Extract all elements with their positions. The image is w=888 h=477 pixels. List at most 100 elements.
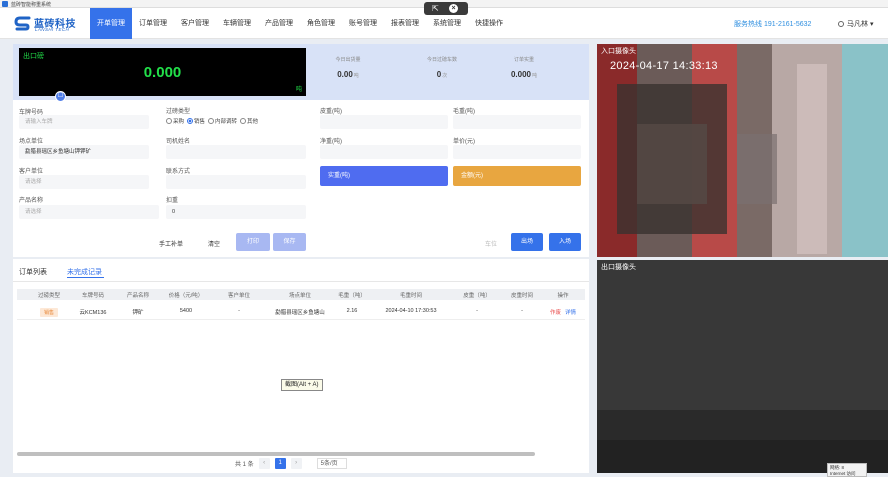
price-input[interactable] [453,145,581,159]
service-hotline: 服务热线 191-2161-5632 [734,21,812,28]
weight-header: 出口磅 0.000 吨 今日出货量 0.00吨 今日过磅车数 0次 订单实重 0… [13,44,589,100]
weight-display: 出口磅 0.000 吨 [19,48,306,96]
amount-button[interactable]: 金额(元) [453,166,581,186]
radio-label: 内部调转 [215,119,238,125]
nav-item[interactable]: 快捷操作 [468,8,510,39]
deduct-input[interactable]: 0 [166,205,306,219]
brand-logo-icon [14,16,31,31]
column-header: 过磅类型 [37,293,60,299]
nav-item[interactable]: 车辆管理 [216,8,258,39]
print-button[interactable]: 打印 [236,233,270,251]
brand-en: LANSHI TECH [35,27,70,32]
origin-input[interactable]: 勐腊县瑶区乡鱼塘山钾钾矿 [19,145,149,159]
radio-icon [166,118,172,124]
order-panel: 订单列表 未完成记录 过磅类型 车牌号码 产品名称 价格（元/吨） 客户单位 场点单位 毛重… [13,259,589,473]
detail-button[interactable]: 详情 [565,310,576,316]
user-icon [838,21,844,27]
cell-tare-time: - [521,308,523,314]
stat-unit: 吨 [353,73,359,79]
cell-gross-time: 2024-04-10 17:30:53 [385,308,437,314]
window-title: 蓝砖智能称重系统 [11,2,52,8]
radio-icon [187,118,194,124]
tab-incomplete-records[interactable]: 未完成记录 [67,267,102,277]
user-menu[interactable]: 马凡林 ▾ [838,19,873,29]
nav-item[interactable]: 开单管理 [90,8,132,39]
deduct-label: 扣重 [166,198,179,204]
tare-input[interactable] [320,115,448,129]
type-radio-option[interactable]: 内部调转 [208,117,237,125]
cell-origin: 勐腊县瑶区乡鱼塘山 [275,310,325,316]
save-button[interactable]: 保存 [273,233,306,251]
type-radio-option[interactable]: 采购 [166,117,184,125]
stat-label: 今日出货量 [335,57,361,63]
customer-select[interactable]: 请选择 [19,175,149,189]
cell-customer: - [238,308,240,314]
close-icon[interactable]: × [449,4,458,13]
plate-input[interactable]: 请输入车牌 [19,115,149,129]
type-radio-option[interactable]: 销售 [187,117,205,125]
product-label: 产品名称 [19,198,44,204]
page-number-button[interactable]: 1 [274,458,286,469]
stat-number: 0 [436,70,442,79]
void-button[interactable]: 作废 [550,310,561,316]
driver-input[interactable] [166,145,306,159]
table-header: 过磅类型 车牌号码 产品名称 价格（元/吨） 客户单位 场点单位 毛重（吨） 毛重时间 皮重（吨… [17,289,585,300]
entry-camera-title: 入口摄像头 [601,48,636,55]
column-header: 操作 [557,293,569,299]
stat-number: 0.000 [510,70,531,79]
type-radio-option[interactable]: 其他 [240,117,258,125]
screenshot-tooltip: 截图(Alt + A) [281,379,323,391]
nav-item[interactable]: 产品管理 [258,8,300,39]
radio-icon [240,118,247,124]
pin-icon[interactable]: ⇱ [432,4,439,13]
exit-button[interactable]: 出场 [511,233,543,251]
pagination: 共 1 条 ‹ 1 › 5条/页 [235,458,347,469]
entry-camera-image [597,44,888,257]
clear-button[interactable]: 清空 [208,239,220,248]
actual-weight-button[interactable]: 实重(吨) [320,166,448,186]
cell-gross: 2.16 [346,308,358,314]
column-header: 客户单位 [227,293,250,299]
nav-item[interactable]: 账号管理 [342,8,384,39]
column-header: 场点单位 [288,293,311,299]
network-status-line: Internet 访问 [830,471,856,476]
column-header: 皮重时间 [510,293,533,299]
nav-item[interactable]: 订单管理 [132,8,174,39]
next-page-button[interactable]: › [290,458,302,469]
net-input[interactable] [320,145,448,159]
table-row[interactable]: 销售 云KCM136 钾矿 5400 - 勐腊县瑶区乡鱼塘山 2.16 2024… [17,302,585,320]
horizontal-scrollbar[interactable] [17,452,535,456]
nav-item[interactable]: 客户管理 [174,8,216,39]
gross-input[interactable] [453,115,581,129]
contact-label: 联系方式 [166,169,191,175]
screenshot-toolbar[interactable]: ⇱ × [424,2,468,15]
stat-value: 0.00吨 [313,70,383,79]
entry-button[interactable]: 入场 [549,233,581,251]
scale-label: 出口磅 [23,53,44,60]
product-select[interactable]: 请选择 [19,205,159,219]
camera-toggle-icon[interactable]: ☐ [55,91,66,102]
nav-item[interactable]: 报表管理 [384,8,426,39]
stat-unit: 次 [442,73,448,79]
stat-number: 0.00 [337,70,353,79]
chevron-down-icon: ▾ [869,21,874,28]
slot-button[interactable]: 车位 [485,239,497,248]
page-size-select[interactable]: 5条/页 [316,458,347,469]
tab-order-list[interactable]: 订单列表 [19,267,47,277]
manual-entry-button[interactable]: 手工补单 [159,239,183,248]
exit-camera-feed: 出口摄像头 [597,260,888,473]
column-header: 皮重（吨） [463,293,491,299]
radio-label: 其他 [247,119,259,125]
column-header: 车牌号码 [81,293,104,299]
prev-page-button[interactable]: ‹ [258,458,270,469]
weighing-panel: 出口磅 0.000 吨 今日出货量 0.00吨 今日过磅车数 0次 订单实重 0… [13,44,589,257]
cell-type: 销售 [34,308,64,317]
gross-label: 毛重(吨) [453,109,475,115]
stat-label: 今日过磅车数 [426,57,457,63]
divider [13,281,589,282]
column-header: 价格（元/吨） [168,293,204,299]
driver-label: 司机姓名 [166,139,191,145]
nav-item[interactable]: 角色管理 [300,8,342,39]
stat-value: 0次 [407,70,477,79]
contact-input[interactable] [166,175,306,189]
